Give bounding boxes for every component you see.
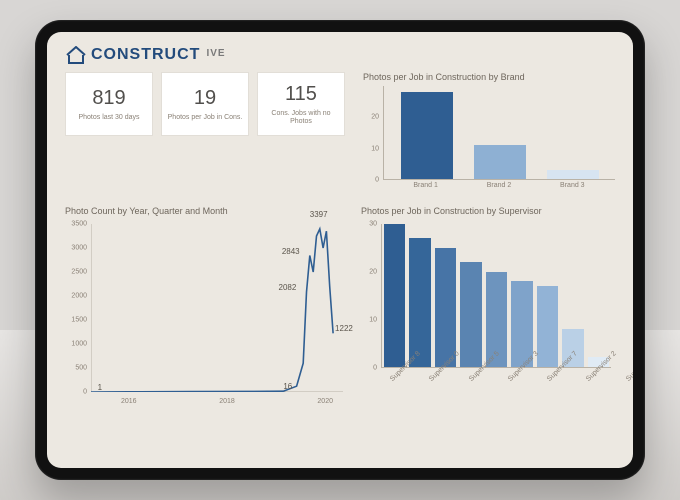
bar[interactable] (401, 92, 453, 179)
chart-title: Photos per Job in Construction by Superv… (361, 206, 615, 216)
data-label: 1 (98, 383, 102, 392)
bar[interactable] (474, 145, 526, 179)
data-label: 1222 (335, 324, 353, 333)
x-tick-label: Brand 3 (560, 182, 585, 196)
kpi-label: Photos last 30 days (74, 114, 143, 122)
bar[interactable] (384, 224, 405, 367)
data-label: 16 (283, 382, 292, 391)
house-icon (65, 46, 87, 64)
dashboard-screen: CONSTRUCT IVE 819 Photos last 30 days 19… (47, 32, 633, 468)
kpi-value: 819 (92, 87, 125, 110)
x-tick-label: 2018 (219, 398, 235, 410)
kpi-value: 19 (194, 87, 216, 110)
chart-title: Photo Count by Year, Quarter and Month (65, 206, 343, 216)
supervisor-chart-panel[interactable]: Photos per Job in Construction by Superv… (361, 206, 615, 410)
kpi-row: 819 Photos last 30 days 19 Photos per Jo… (65, 72, 345, 196)
tablet-frame: CONSTRUCT IVE 819 Photos last 30 days 19… (35, 20, 645, 480)
x-tick-label: 2020 (317, 398, 333, 410)
kpi-card[interactable]: 19 Photos per Job in Cons. (161, 72, 249, 136)
chart-title: Photos per Job in Construction by Brand (363, 72, 615, 82)
x-tick-label: Brand 1 (413, 182, 438, 196)
kpi-card[interactable]: 819 Photos last 30 days (65, 72, 153, 136)
x-tick-label: 2016 (121, 398, 137, 410)
kpi-value: 115 (285, 83, 317, 106)
brand-chart-panel[interactable]: Photos per Job in Construction by Brand … (363, 72, 615, 196)
bar[interactable] (409, 238, 430, 367)
bar[interactable] (547, 170, 599, 179)
data-label: 3397 (310, 210, 328, 219)
brand-logo: CONSTRUCT IVE (65, 46, 615, 64)
kpi-label: Photos per Job in Cons. (164, 114, 247, 122)
bar[interactable] (460, 262, 481, 367)
x-tick-label: Supervisor 6 (625, 350, 633, 406)
bar[interactable] (435, 248, 456, 367)
logo-text-primary: CONSTRUCT (91, 46, 200, 64)
data-label: 2843 (282, 247, 300, 256)
logo-text-suffix: IVE (206, 48, 225, 59)
data-label: 2082 (279, 283, 297, 292)
x-tick-label: Brand 2 (487, 182, 512, 196)
line-chart-panel[interactable]: Photo Count by Year, Quarter and Month 0… (65, 206, 343, 410)
kpi-label: Cons. Jobs with no Photos (258, 110, 344, 125)
kpi-card[interactable]: 115 Cons. Jobs with no Photos (257, 72, 345, 136)
